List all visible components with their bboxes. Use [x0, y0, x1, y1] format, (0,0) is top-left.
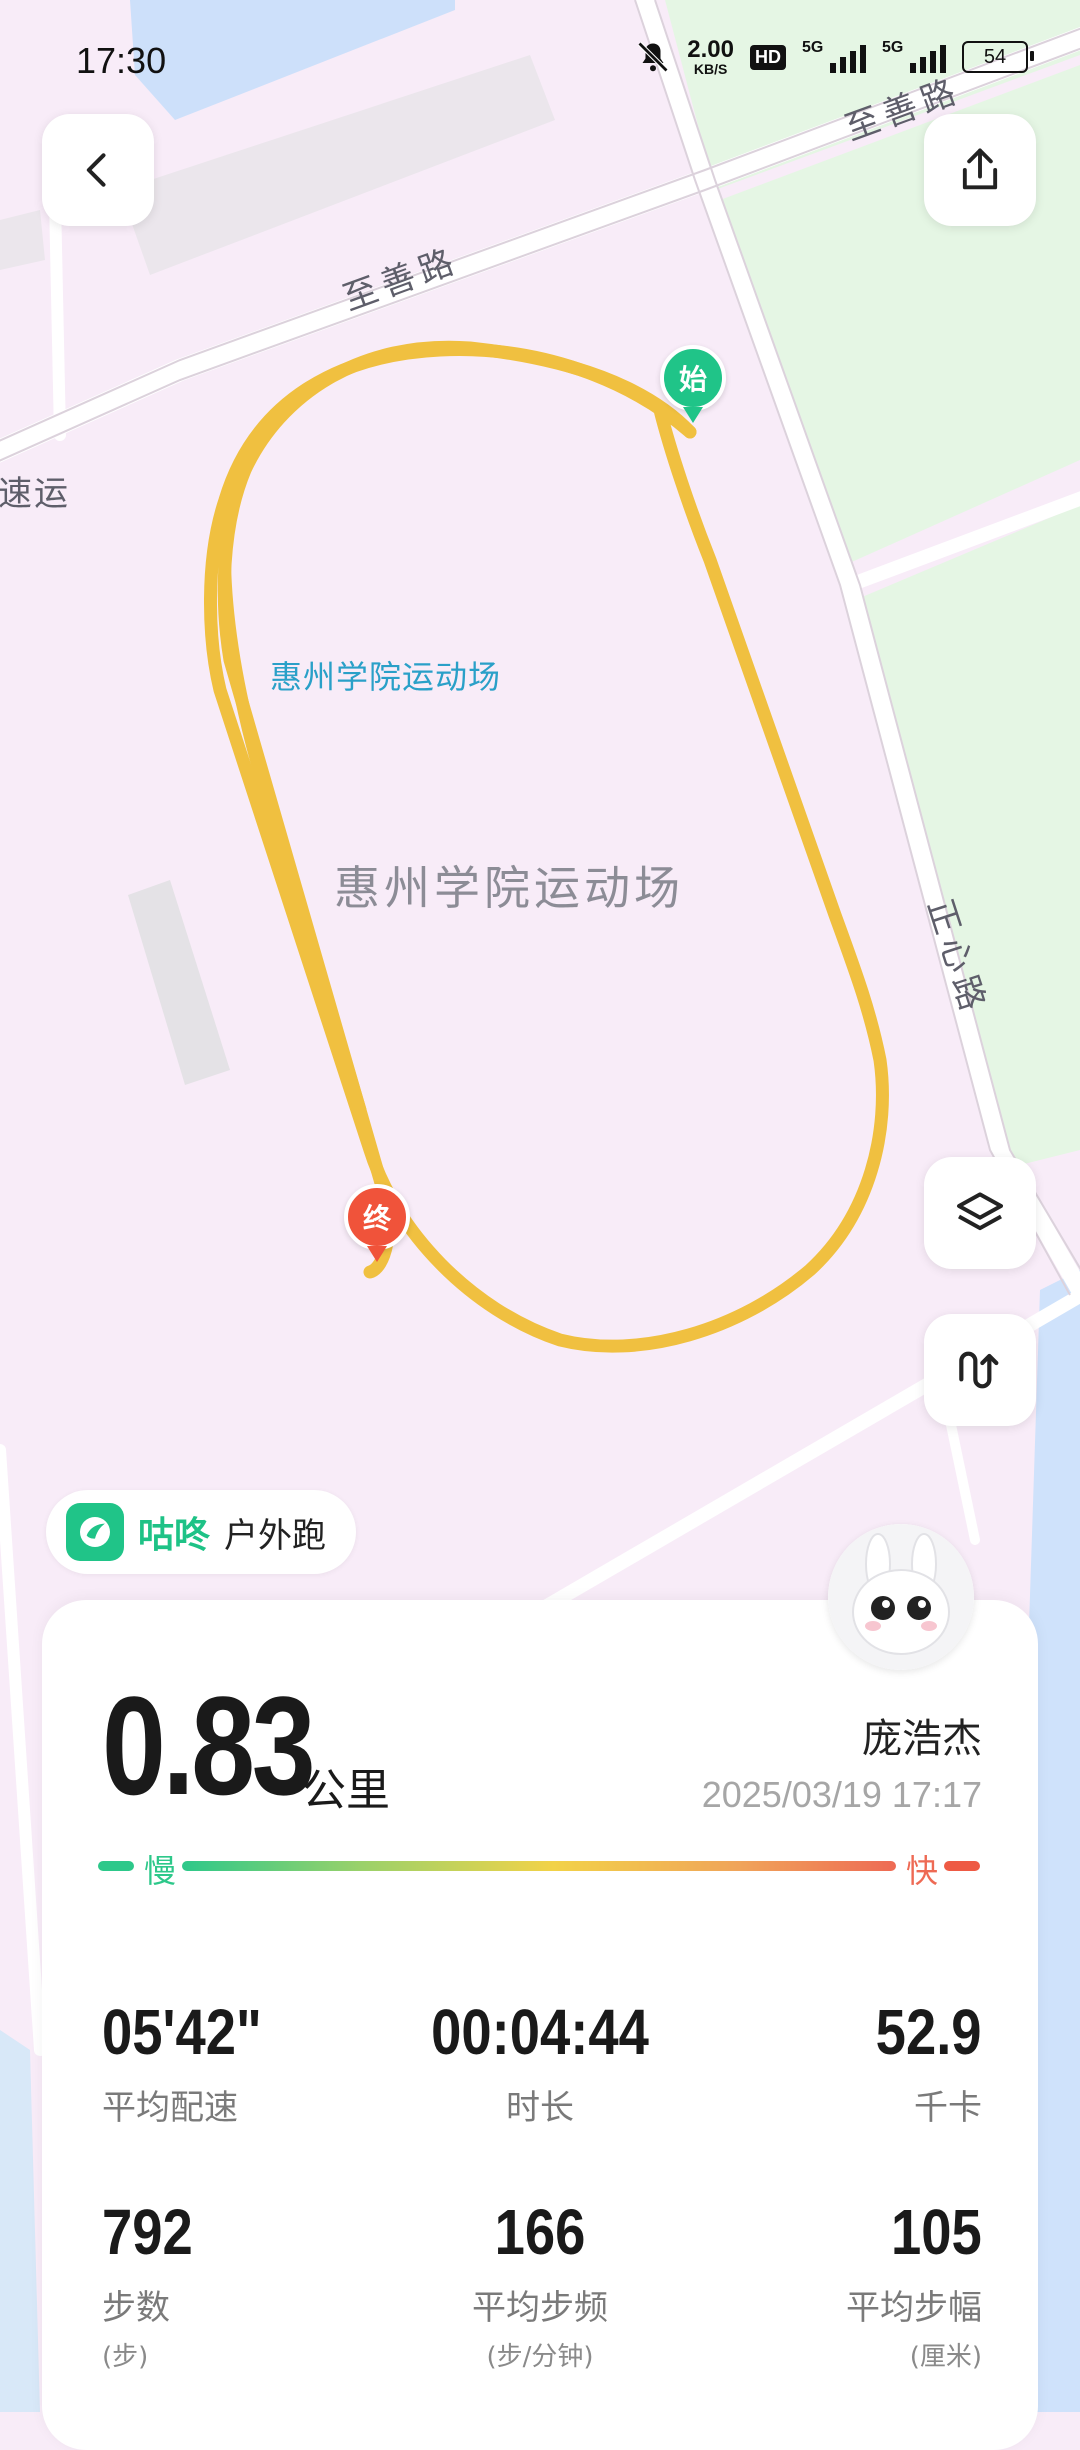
share-icon: [962, 148, 998, 190]
pace-slow-label: 慢: [144, 1852, 177, 1890]
avatar[interactable]: [828, 1524, 974, 1670]
cadence-unit: (步/分钟): [486, 2342, 594, 2372]
avg-pace-label: 平均配速: [102, 2088, 238, 2128]
duration-value: 00:04:44: [431, 1996, 649, 2068]
net-speed-unit: KB/S: [693, 61, 728, 77]
share-button[interactable]: [924, 114, 1036, 226]
net-speed: 2.00 KB/S: [687, 36, 734, 77]
user-name: 庞浩杰: [862, 1716, 982, 1762]
stride-unit: (厘米): [909, 2342, 982, 2372]
status-bar: 17:30 2.00 KB/S HD 5G 5G 54: [0, 0, 1080, 120]
signal-2-label: 5G: [882, 39, 904, 56]
status-time: 17:30: [76, 40, 167, 81]
distance-value: 0.83: [102, 1667, 316, 1824]
mute-bell-icon: [638, 41, 669, 73]
route-button[interactable]: [924, 1314, 1036, 1426]
stride-value: 105: [891, 2196, 982, 2268]
avg-pace-value: 05'42": [102, 1996, 262, 2068]
pace-gradient: [182, 1861, 896, 1871]
signal-1-label: 5G: [802, 39, 824, 56]
signal-icon-2: 5G: [882, 39, 946, 75]
stride-label: 平均步幅: [846, 2288, 982, 2328]
steps-value: 792: [102, 2196, 193, 2268]
route-icon: [959, 1351, 999, 1389]
steps-label: 步数: [102, 2288, 170, 2328]
activity-mode: 户外跑: [224, 1515, 327, 1556]
calories-label: 千卡: [914, 2088, 982, 2128]
back-button[interactable]: [42, 114, 154, 226]
venue-label-small: 惠州学院运动场: [270, 658, 502, 696]
steps-unit: (步): [102, 2342, 149, 2372]
layers-button[interactable]: [924, 1157, 1036, 1269]
signal-icon: 5G: [802, 39, 866, 75]
back-icon: [86, 153, 106, 187]
layers-icon: [957, 1192, 1003, 1231]
cadence-value: 166: [494, 2196, 586, 2268]
app-name: 咕咚: [138, 1515, 211, 1556]
pace-legend: 慢 快: [98, 1848, 982, 1890]
run-datetime: 2025/03/19 17:17: [701, 1774, 982, 1815]
battery-level: 54: [983, 45, 1007, 68]
app-badge: 咕咚 户外跑: [46, 1490, 357, 1574]
distance-unit: 公里: [302, 1765, 390, 1816]
net-speed-value: 2.00: [687, 36, 734, 63]
end-marker[interactable]: 终: [344, 1184, 410, 1262]
battery-icon: 54: [962, 41, 1034, 73]
pace-fast-label: 快: [906, 1852, 939, 1890]
app-logo-icon: [66, 1503, 124, 1561]
venue-label-large: 惠州学院运动场: [334, 861, 684, 915]
road-label-partial: 速运: [0, 474, 70, 514]
start-marker[interactable]: 始: [660, 345, 726, 423]
calories-value: 52.9: [876, 1996, 982, 2068]
status-icons: 2.00 KB/S HD 5G 5G 54: [635, 36, 1034, 77]
end-marker-label: 终: [362, 1202, 391, 1235]
cadence-label: 平均步频: [472, 2288, 608, 2328]
start-marker-label: 始: [678, 363, 707, 396]
duration-label: 时长: [506, 2088, 574, 2128]
avatar-bunny-icon: [828, 1524, 974, 1670]
hd-badge: HD: [750, 44, 786, 70]
